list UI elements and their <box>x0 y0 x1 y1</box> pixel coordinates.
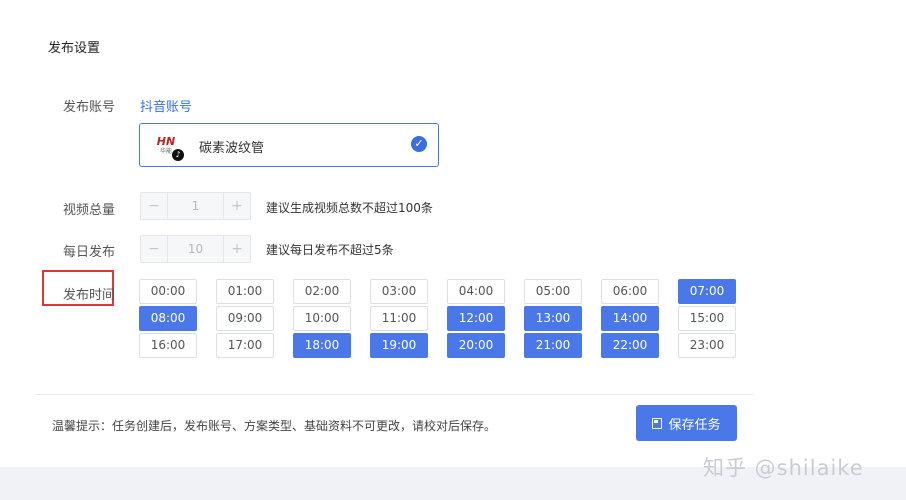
avatar: HN 华能 ♪ <box>150 131 184 161</box>
save-task-label: 保存任务 <box>668 417 721 433</box>
time-slot[interactable]: 18:00 <box>293 333 351 358</box>
video-total-minus-button[interactable]: − <box>141 193 168 219</box>
douyin-account-link[interactable]: 抖音账号 <box>140 96 192 115</box>
time-slot[interactable]: 19:00 <box>370 333 428 358</box>
save-task-button[interactable]: 保存任务 <box>636 405 737 441</box>
video-total-input[interactable]: 1 <box>168 193 223 219</box>
publish-account-label: 发布账号 <box>63 100 116 115</box>
video-total-label: 视频总量 <box>63 203 116 218</box>
video-total-stepper[interactable]: − 1 + <box>140 192 251 220</box>
time-slot[interactable]: 13:00 <box>524 306 582 331</box>
account-card[interactable]: HN 华能 ♪ 碳素波纹管 ✓ <box>139 123 439 167</box>
daily-publish-minus-button[interactable]: − <box>141 236 168 262</box>
time-slot[interactable]: 03:00 <box>370 279 428 304</box>
video-total-hint: 建议生成视频总数不超过100条 <box>266 201 433 215</box>
time-slot[interactable]: 10:00 <box>293 306 351 331</box>
time-slot[interactable]: 22:00 <box>601 333 659 358</box>
avatar-logo-text: HN <box>156 134 176 148</box>
divider <box>36 394 753 395</box>
save-icon <box>652 417 663 429</box>
publish-time-label: 发布时间 <box>63 288 116 303</box>
account-name: 碳素波纹管 <box>199 141 265 156</box>
video-total-plus-button[interactable]: + <box>223 193 250 219</box>
footer-tip: 温馨提示：任务创建后，发布账号、方案类型、基础资料不可更改，请校对后保存。 <box>52 419 497 433</box>
time-slot[interactable]: 00:00 <box>139 279 197 304</box>
time-slot[interactable]: 14:00 <box>601 306 659 331</box>
check-icon: ✓ <box>411 136 427 152</box>
time-slot[interactable]: 02:00 <box>293 279 351 304</box>
time-slot[interactable]: 12:00 <box>447 306 505 331</box>
avatar-logo-sub: 华能 <box>159 147 172 155</box>
time-slot[interactable]: 17:00 <box>216 333 274 358</box>
time-slot[interactable]: 11:00 <box>370 306 428 331</box>
time-slot[interactable]: 01:00 <box>216 279 274 304</box>
daily-publish-label: 每日发布 <box>63 245 116 260</box>
tiktok-icon: ♪ <box>172 149 184 161</box>
time-slot[interactable]: 05:00 <box>524 279 582 304</box>
time-slot[interactable]: 06:00 <box>601 279 659 304</box>
time-slot[interactable]: 16:00 <box>139 333 197 358</box>
publish-settings-panel: 发布设置 发布账号 抖音账号 HN 华能 ♪ 碳素波纹管 ✓ 视频总量 − 1 … <box>0 0 906 467</box>
daily-publish-plus-button[interactable]: + <box>223 236 250 262</box>
daily-publish-stepper[interactable]: − 10 + <box>140 235 251 263</box>
time-slot[interactable]: 08:00 <box>139 306 197 331</box>
section-title: 发布设置 <box>48 41 101 56</box>
watermark: 知乎 @shilaike <box>703 456 864 480</box>
time-slot[interactable]: 15:00 <box>678 306 736 331</box>
time-slot[interactable]: 20:00 <box>447 333 505 358</box>
time-slot[interactable]: 09:00 <box>216 306 274 331</box>
time-slot[interactable]: 23:00 <box>678 333 736 358</box>
time-slot[interactable]: 21:00 <box>524 333 582 358</box>
time-slot[interactable]: 04:00 <box>447 279 505 304</box>
daily-publish-hint: 建议每日发布不超过5条 <box>266 243 394 257</box>
daily-publish-input[interactable]: 10 <box>168 236 223 262</box>
time-slot[interactable]: 07:00 <box>678 279 736 304</box>
